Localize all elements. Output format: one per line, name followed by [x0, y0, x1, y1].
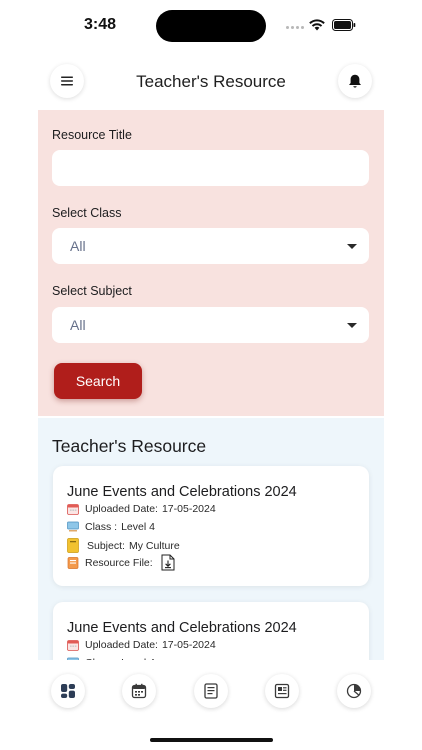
nav-dashboard-button[interactable]: [51, 674, 85, 708]
uploaded-date-row: Uploaded Date: 17-05-2024: [67, 639, 216, 651]
file-icon: [67, 556, 79, 569]
resource-card-title: June Events and Celebrations 2024: [67, 620, 297, 636]
select-subject-label: Select Subject: [52, 284, 132, 298]
uploaded-date-value: 17-05-2024: [161, 639, 216, 651]
pie-chart-icon: [346, 683, 362, 699]
nav-notes-button[interactable]: [194, 674, 228, 708]
nav-report-button[interactable]: [265, 674, 299, 708]
subject-value: My Culture: [128, 539, 180, 552]
dashboard-icon: [61, 684, 75, 698]
cellular-signal-icon: [286, 26, 304, 29]
resource-card[interactable]: June Events and Celebrations 2024 Upload…: [53, 602, 369, 660]
bottom-nav: [0, 660, 422, 750]
class-value: Level 4: [121, 521, 155, 533]
notifications-button[interactable]: [338, 64, 372, 98]
class-label: Class :: [85, 521, 118, 533]
wifi-icon: [309, 19, 325, 31]
class-select[interactable]: All: [52, 228, 369, 264]
uploaded-date-row: Uploaded Date: 17-05-2024: [67, 503, 216, 515]
class-select-value: All: [70, 238, 86, 254]
resource-card[interactable]: June Events and Celebrations 2024 Upload…: [53, 466, 369, 586]
nav-analytics-button[interactable]: [337, 674, 371, 708]
uploaded-date-value: 17-05-2024: [161, 503, 216, 515]
resource-title-input[interactable]: [52, 150, 369, 186]
report-icon: [274, 683, 290, 699]
app-header: Teacher's Resource: [0, 60, 422, 104]
status-time: 3:48: [84, 16, 117, 33]
notes-icon: [204, 683, 218, 699]
caret-down-icon: [347, 322, 357, 328]
section-title: Teacher's Resource: [52, 436, 207, 456]
uploaded-date-label: Uploaded Date:: [85, 639, 158, 651]
resource-card-title: June Events and Celebrations 2024: [67, 484, 297, 500]
battery-icon: [332, 19, 356, 31]
caret-down-icon: [347, 243, 357, 249]
uploaded-date-label: Uploaded Date:: [85, 503, 158, 515]
classroom-icon: [67, 521, 79, 532]
status-bar: 3:48: [0, 0, 422, 52]
subject-label: Subject:: [87, 539, 125, 552]
resource-list-section: Teacher's Resource June Events and Celeb…: [38, 418, 384, 660]
nav-calendar-button[interactable]: [122, 674, 156, 708]
calendar-icon: [131, 683, 147, 699]
home-indicator: [150, 738, 273, 742]
subject-select[interactable]: All: [52, 307, 369, 343]
subject-select-value: All: [70, 317, 86, 333]
download-file-icon[interactable]: [161, 554, 175, 571]
class-row: Class : Level 4: [67, 521, 155, 533]
resource-file-label: Resource File:: [85, 556, 153, 569]
subject-row: Subject: My Culture: [67, 538, 180, 553]
dynamic-island: [156, 10, 266, 42]
calendar-icon: [67, 640, 79, 651]
resource-title-label: Resource Title: [52, 128, 132, 142]
book-icon: [67, 538, 79, 553]
filter-panel: Resource Title Select Class All Select S…: [38, 110, 384, 416]
select-class-label: Select Class: [52, 206, 122, 220]
resource-file-row: Resource File:: [67, 554, 175, 571]
bell-icon: [349, 74, 361, 88]
calendar-icon: [67, 504, 79, 515]
search-button[interactable]: Search: [54, 363, 142, 399]
